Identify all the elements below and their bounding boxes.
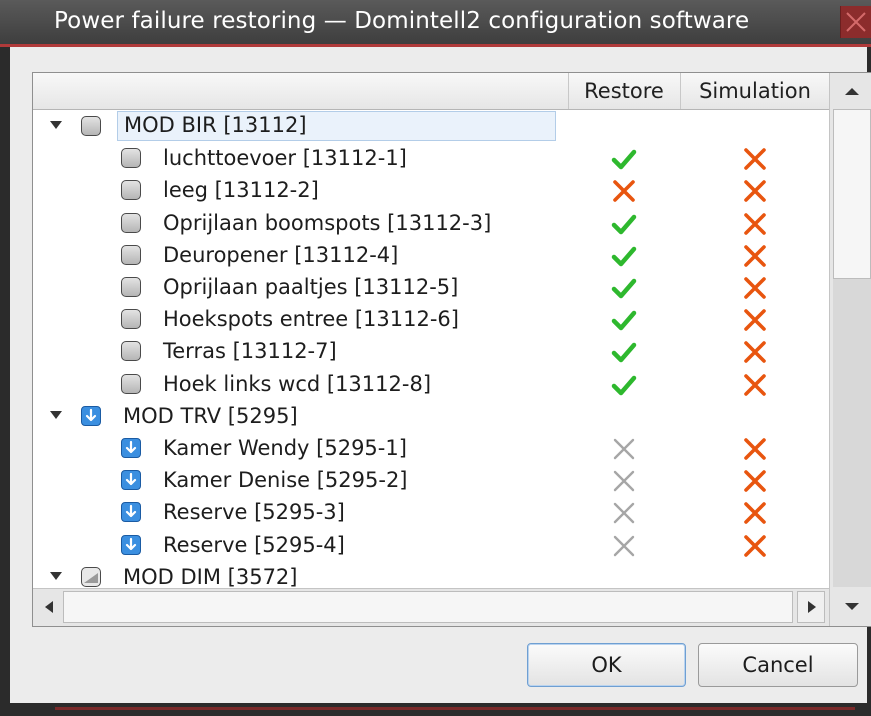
row-label: Reserve [5295-3] — [163, 500, 345, 525]
scroll-down-button[interactable] — [833, 591, 871, 621]
tree-rows: MOD BIR [13112] luchttoevoer [13112-1] lee… — [33, 110, 829, 588]
restore-check-icon[interactable] — [611, 372, 637, 398]
arrow-up-icon — [845, 88, 859, 95]
simulation-cross-icon[interactable] — [742, 211, 768, 237]
arrow-right-icon — [808, 601, 816, 613]
column-header-name[interactable] — [33, 73, 569, 109]
tree-item-row[interactable]: luchttoevoer [13112-1] — [33, 142, 829, 174]
restore-cross-disabled-icon[interactable] — [611, 468, 637, 494]
tree-item-row[interactable]: Reserve [5295-3] — [33, 496, 829, 528]
tree-group-row[interactable]: MOD TRV [5295] — [33, 400, 829, 432]
title-bar: Power failure restoring — Domintell2 con… — [0, 0, 871, 47]
simulation-cross-icon[interactable] — [742, 243, 768, 269]
expand-arrow-icon[interactable] — [50, 410, 62, 419]
thermostat-blue-icon — [121, 438, 141, 458]
row-label: Kamer Wendy [5295-1] — [163, 436, 407, 460]
restore-cross-disabled-icon[interactable] — [611, 533, 637, 559]
tree-item-row[interactable]: Reserve [5295-4] — [33, 529, 829, 561]
simulation-cross-icon[interactable] — [742, 500, 768, 526]
row-label: Terras [13112-7] — [163, 339, 337, 364]
restore-check-icon[interactable] — [611, 339, 637, 365]
simulation-cross-icon[interactable] — [742, 436, 768, 462]
simulation-cross-icon[interactable] — [742, 307, 768, 333]
module-grey-icon — [121, 341, 141, 362]
row-label: Oprijlaan boomspots [13112-3] — [163, 210, 492, 235]
bottom-strip — [0, 703, 871, 716]
module-grey-icon — [81, 116, 101, 136]
tree-item-row[interactable]: Hoek links wcd [13112-8] — [33, 368, 829, 400]
row-label: Oprijlaan paaltjes [13112-5] — [163, 275, 459, 299]
module-grey-icon — [121, 277, 141, 297]
module-grey-icon — [121, 212, 141, 233]
tree-group-row[interactable]: MOD DIM [3572] — [33, 561, 829, 588]
column-header-simulation[interactable]: Simulation — [681, 73, 829, 109]
close-button[interactable] — [840, 6, 871, 38]
restore-check-icon[interactable] — [611, 146, 637, 172]
row-label: Deuropener [13112-4] — [163, 242, 399, 267]
row-label: luchttoevoer [13112-1] — [163, 146, 407, 171]
expand-arrow-icon[interactable] — [50, 571, 62, 580]
tree-group-row[interactable]: MOD BIR [13112] — [33, 110, 829, 142]
horizontal-scrollbar[interactable] — [33, 588, 829, 626]
simulation-cross-icon[interactable] — [742, 339, 768, 365]
restore-tree-table: Restore Simulation MOD BIR [13112] luchtt… — [32, 72, 871, 627]
restore-check-icon[interactable] — [611, 307, 637, 333]
arrow-left-icon — [45, 601, 53, 613]
simulation-cross-icon[interactable] — [742, 178, 768, 204]
module-grey-icon — [121, 148, 141, 169]
restore-cross-disabled-icon[interactable] — [611, 436, 637, 462]
simulation-cross-icon[interactable] — [742, 468, 768, 494]
tree-item-row[interactable]: Deuropener [13112-4] — [33, 239, 829, 271]
bottom-accent — [55, 707, 855, 710]
restore-check-icon[interactable] — [611, 243, 637, 269]
row-label: leeg [13112-2] — [163, 178, 319, 203]
simulation-cross-icon[interactable] — [742, 275, 768, 301]
tree-item-row[interactable]: Kamer Wendy [5295-1] — [33, 432, 829, 464]
thermostat-blue-icon — [121, 502, 141, 523]
close-icon — [846, 12, 866, 32]
restore-check-icon[interactable] — [611, 275, 637, 301]
scroll-up-button[interactable] — [833, 77, 871, 107]
row-label: MOD TRV [5295] — [123, 403, 298, 428]
thermostat-blue-icon — [121, 470, 141, 491]
restore-cross-icon[interactable] — [611, 178, 637, 204]
row-label: Kamer Denise [5295-2] — [163, 468, 408, 493]
window-title: Power failure restoring — Domintell2 con… — [54, 8, 750, 34]
simulation-cross-icon[interactable] — [742, 533, 768, 559]
ok-button[interactable]: OK — [527, 643, 686, 687]
arrow-down-icon — [845, 603, 859, 610]
restore-check-icon[interactable] — [611, 211, 637, 237]
dimmer-icon — [81, 566, 101, 587]
tree-item-row[interactable]: Kamer Denise [5295-2] — [33, 464, 829, 496]
column-header-restore[interactable]: Restore — [568, 73, 681, 109]
scroll-left-button[interactable] — [37, 591, 61, 623]
tree-item-row[interactable]: Terras [13112-7] — [33, 335, 829, 367]
horizontal-scroll-thumb[interactable] — [63, 591, 793, 623]
vertical-scroll-thumb[interactable] — [833, 109, 871, 279]
tree-item-row[interactable]: Hoekspots entree [13112-6] — [33, 303, 829, 335]
module-grey-icon — [121, 373, 141, 394]
cancel-button[interactable]: Cancel — [698, 643, 858, 687]
module-grey-icon — [121, 180, 141, 201]
module-grey-icon — [121, 309, 141, 330]
dialog-body: Restore Simulation MOD BIR [13112] luchtt… — [10, 47, 871, 703]
thermostat-blue-icon — [121, 534, 141, 555]
expand-arrow-icon[interactable] — [50, 121, 62, 129]
vertical-scrollbar[interactable] — [829, 73, 871, 626]
row-label: Hoekspots entree [13112-6] — [163, 307, 459, 332]
simulation-cross-icon[interactable] — [742, 372, 768, 398]
tree-item-row[interactable]: Oprijlaan boomspots [13112-3] — [33, 207, 829, 239]
table-header: Restore Simulation — [33, 73, 829, 110]
module-grey-icon — [121, 244, 141, 265]
row-label: Reserve [5295-4] — [163, 532, 345, 557]
restore-cross-disabled-icon[interactable] — [611, 500, 637, 526]
scroll-right-button[interactable] — [797, 591, 825, 623]
row-label: MOD DIM [3572] — [123, 564, 298, 588]
simulation-cross-icon[interactable] — [742, 146, 768, 172]
tree-item-row[interactable]: leeg [13112-2] — [33, 174, 829, 206]
thermostat-blue-icon — [81, 405, 101, 426]
row-label: Hoek links wcd [13112-8] — [163, 371, 432, 396]
row-label: MOD BIR [13112] — [117, 111, 556, 141]
tree-item-row[interactable]: Oprijlaan paaltjes [13112-5] — [33, 271, 829, 303]
